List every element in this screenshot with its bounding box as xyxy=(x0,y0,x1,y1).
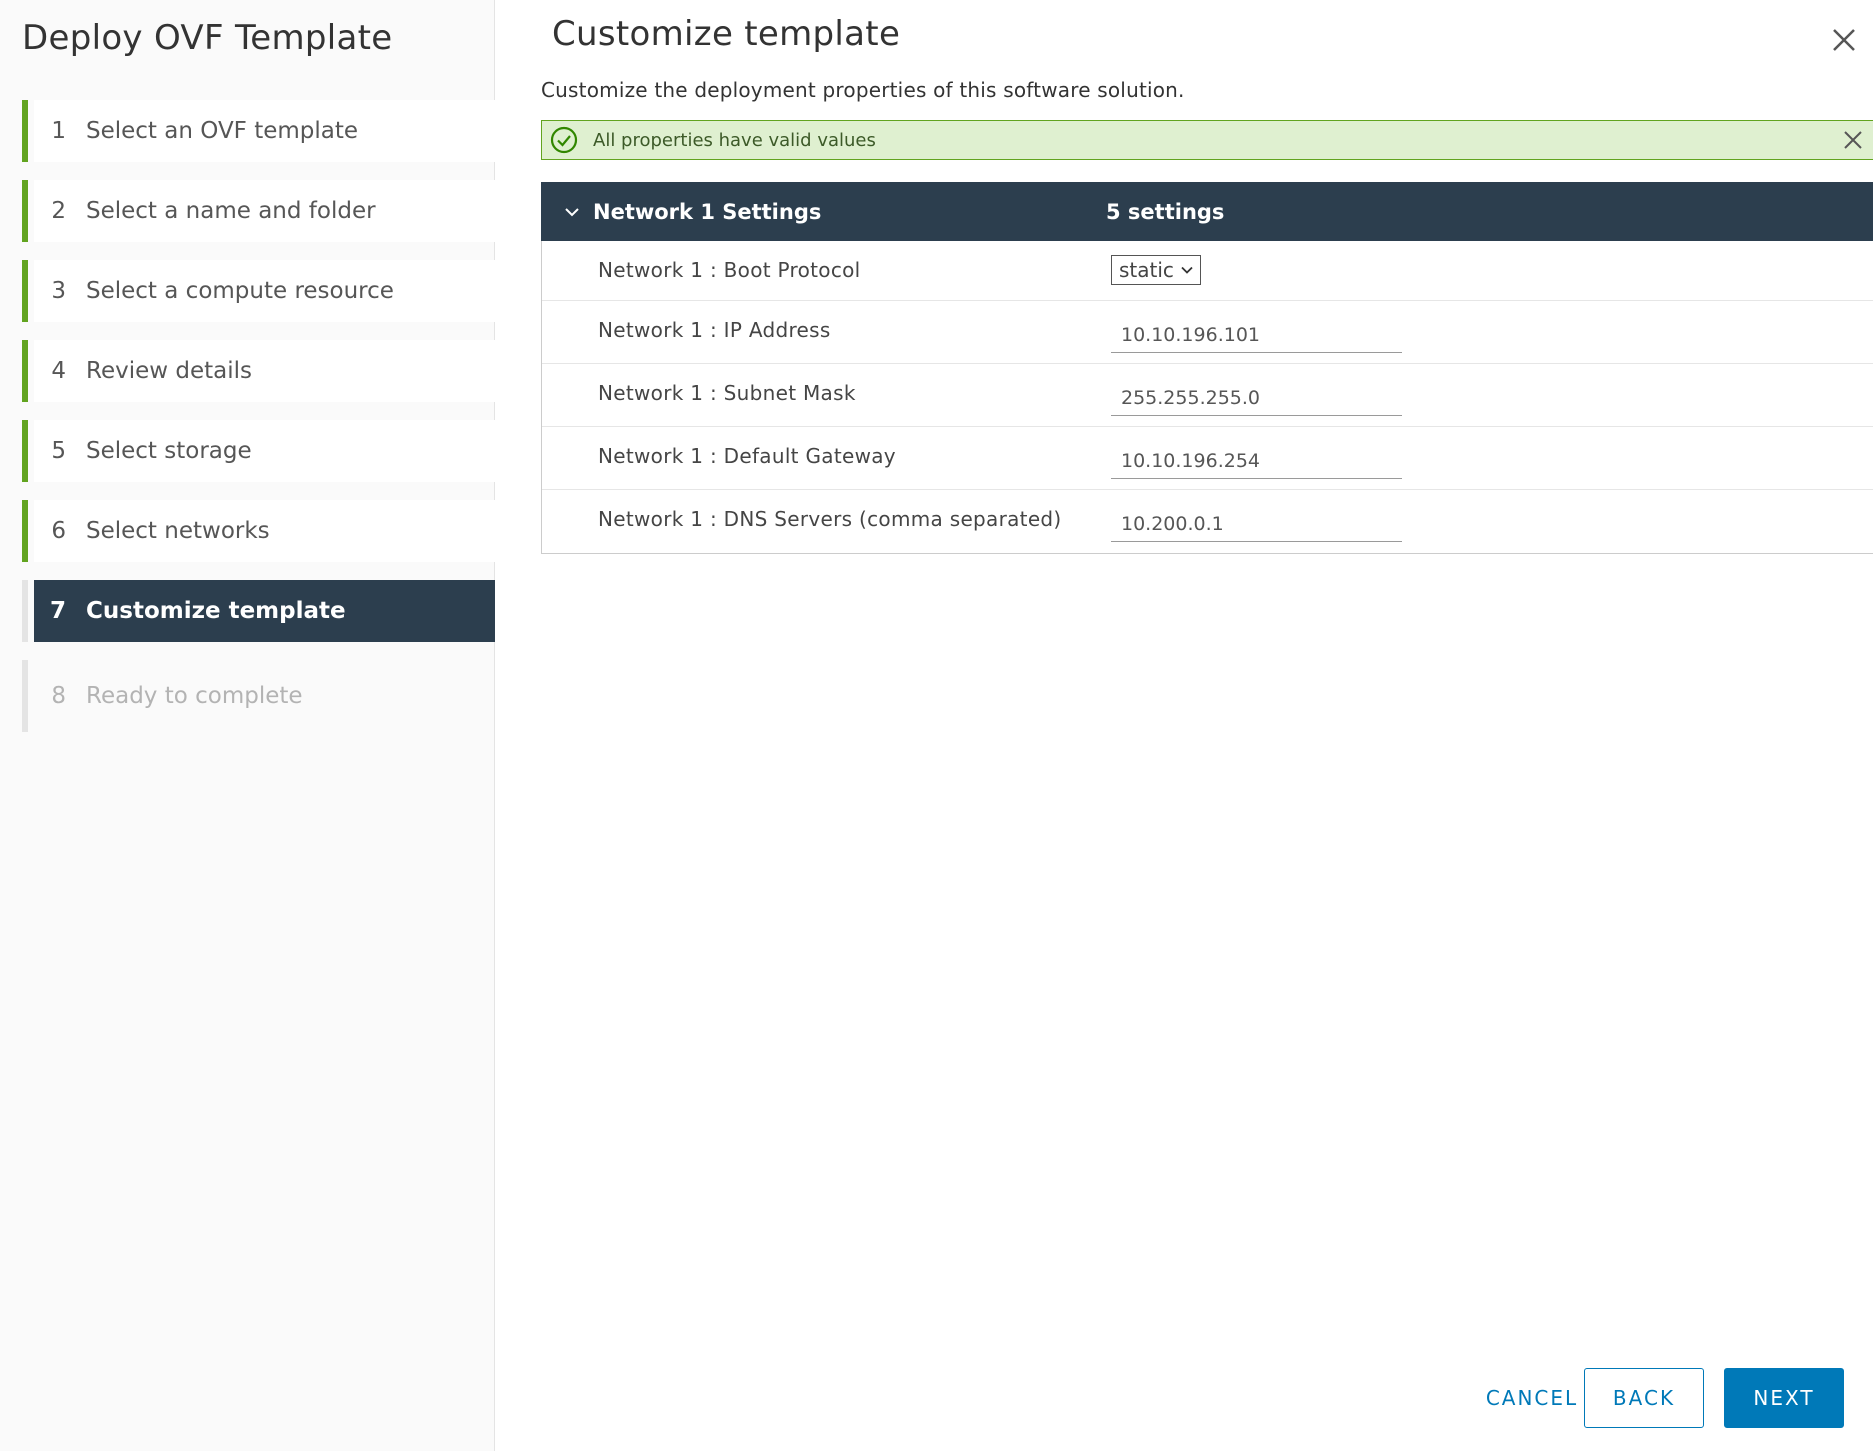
wizard-step-5[interactable]: 5 Select storage xyxy=(22,420,495,482)
property-label: Network 1 : Subnet Mask xyxy=(598,381,856,405)
property-row-dns-servers: Network 1 : DNS Servers (comma separated… xyxy=(542,490,1873,553)
step-label: Ready to complete xyxy=(86,683,303,709)
step-label: Select a name and folder xyxy=(86,198,376,224)
next-button[interactable]: NEXT xyxy=(1724,1368,1844,1428)
wizard-steps: 1 Select an OVF template 2 Select a name… xyxy=(22,100,495,732)
page-title: Customize template xyxy=(552,14,901,54)
back-button[interactable]: BACK xyxy=(1584,1368,1704,1428)
property-row-boot-protocol: Network 1 : Boot Protocol static xyxy=(542,241,1873,301)
wizard-step-1[interactable]: 1 Select an OVF template xyxy=(22,100,495,162)
page-subtitle: Customize the deployment properties of t… xyxy=(541,78,1185,102)
step-number: 3 xyxy=(51,278,66,304)
property-row-subnet-mask: Network 1 : Subnet Mask xyxy=(542,364,1873,427)
step-label: Select networks xyxy=(86,518,270,544)
wizard-step-3[interactable]: 3 Select a compute resource xyxy=(22,260,495,322)
property-label: Network 1 : IP Address xyxy=(598,318,831,342)
step-label: Select a compute resource xyxy=(86,278,394,304)
check-circle-icon xyxy=(550,126,578,154)
dns-servers-input[interactable] xyxy=(1111,506,1402,542)
wizard-sidebar: Deploy OVF Template 1 Select an OVF temp… xyxy=(0,0,495,1451)
step-label: Review details xyxy=(86,358,252,384)
select-value: static xyxy=(1119,258,1174,282)
step-number: 1 xyxy=(51,118,66,144)
properties-grid: Network 1 Settings 5 settings Network 1 … xyxy=(541,182,1873,554)
property-label: Network 1 : Boot Protocol xyxy=(598,258,861,282)
property-label: Network 1 : Default Gateway xyxy=(598,444,896,468)
wizard-title: Deploy OVF Template xyxy=(22,18,393,58)
boot-protocol-select[interactable]: static xyxy=(1111,255,1201,285)
default-gateway-input[interactable] xyxy=(1111,443,1402,479)
wizard-step-4[interactable]: 4 Review details xyxy=(22,340,495,402)
close-button[interactable] xyxy=(1826,22,1862,58)
ip-address-input[interactable] xyxy=(1111,317,1402,353)
property-row-default-gateway: Network 1 : Default Gateway xyxy=(542,427,1873,490)
chevron-down-icon xyxy=(1181,266,1193,274)
group-rows: Network 1 : Boot Protocol static Network… xyxy=(541,241,1873,554)
close-icon xyxy=(1833,29,1855,51)
group-settings-count: 5 settings xyxy=(1106,199,1225,224)
step-label: Select storage xyxy=(86,438,252,464)
step-number: 6 xyxy=(51,518,66,544)
wizard-step-2[interactable]: 2 Select a name and folder xyxy=(22,180,495,242)
alert-message: All properties have valid values xyxy=(593,129,876,151)
group-name: Network 1 Settings xyxy=(593,199,822,224)
group-header-network-1[interactable]: Network 1 Settings 5 settings xyxy=(541,182,1873,241)
step-number: 8 xyxy=(51,683,66,709)
step-label: Customize template xyxy=(86,598,346,624)
property-row-ip-address: Network 1 : IP Address xyxy=(542,301,1873,364)
step-label: Select an OVF template xyxy=(86,118,359,144)
chevron-down-icon[interactable] xyxy=(563,203,581,221)
subnet-mask-input[interactable] xyxy=(1111,380,1402,416)
property-label: Network 1 : DNS Servers (comma separated… xyxy=(598,507,1062,531)
step-number: 2 xyxy=(51,198,66,224)
wizard-step-7-active[interactable]: 7 Customize template xyxy=(22,580,495,642)
wizard-step-8: 8 Ready to complete xyxy=(22,660,495,732)
step-number: 7 xyxy=(49,598,66,624)
wizard-step-6[interactable]: 6 Select networks xyxy=(22,500,495,562)
success-alert: All properties have valid values xyxy=(541,120,1873,160)
alert-close-icon[interactable] xyxy=(1842,129,1864,151)
step-number: 5 xyxy=(51,438,66,464)
step-number: 4 xyxy=(51,358,66,384)
wizard-content: Customize template Customize the deploym… xyxy=(496,0,1873,1451)
